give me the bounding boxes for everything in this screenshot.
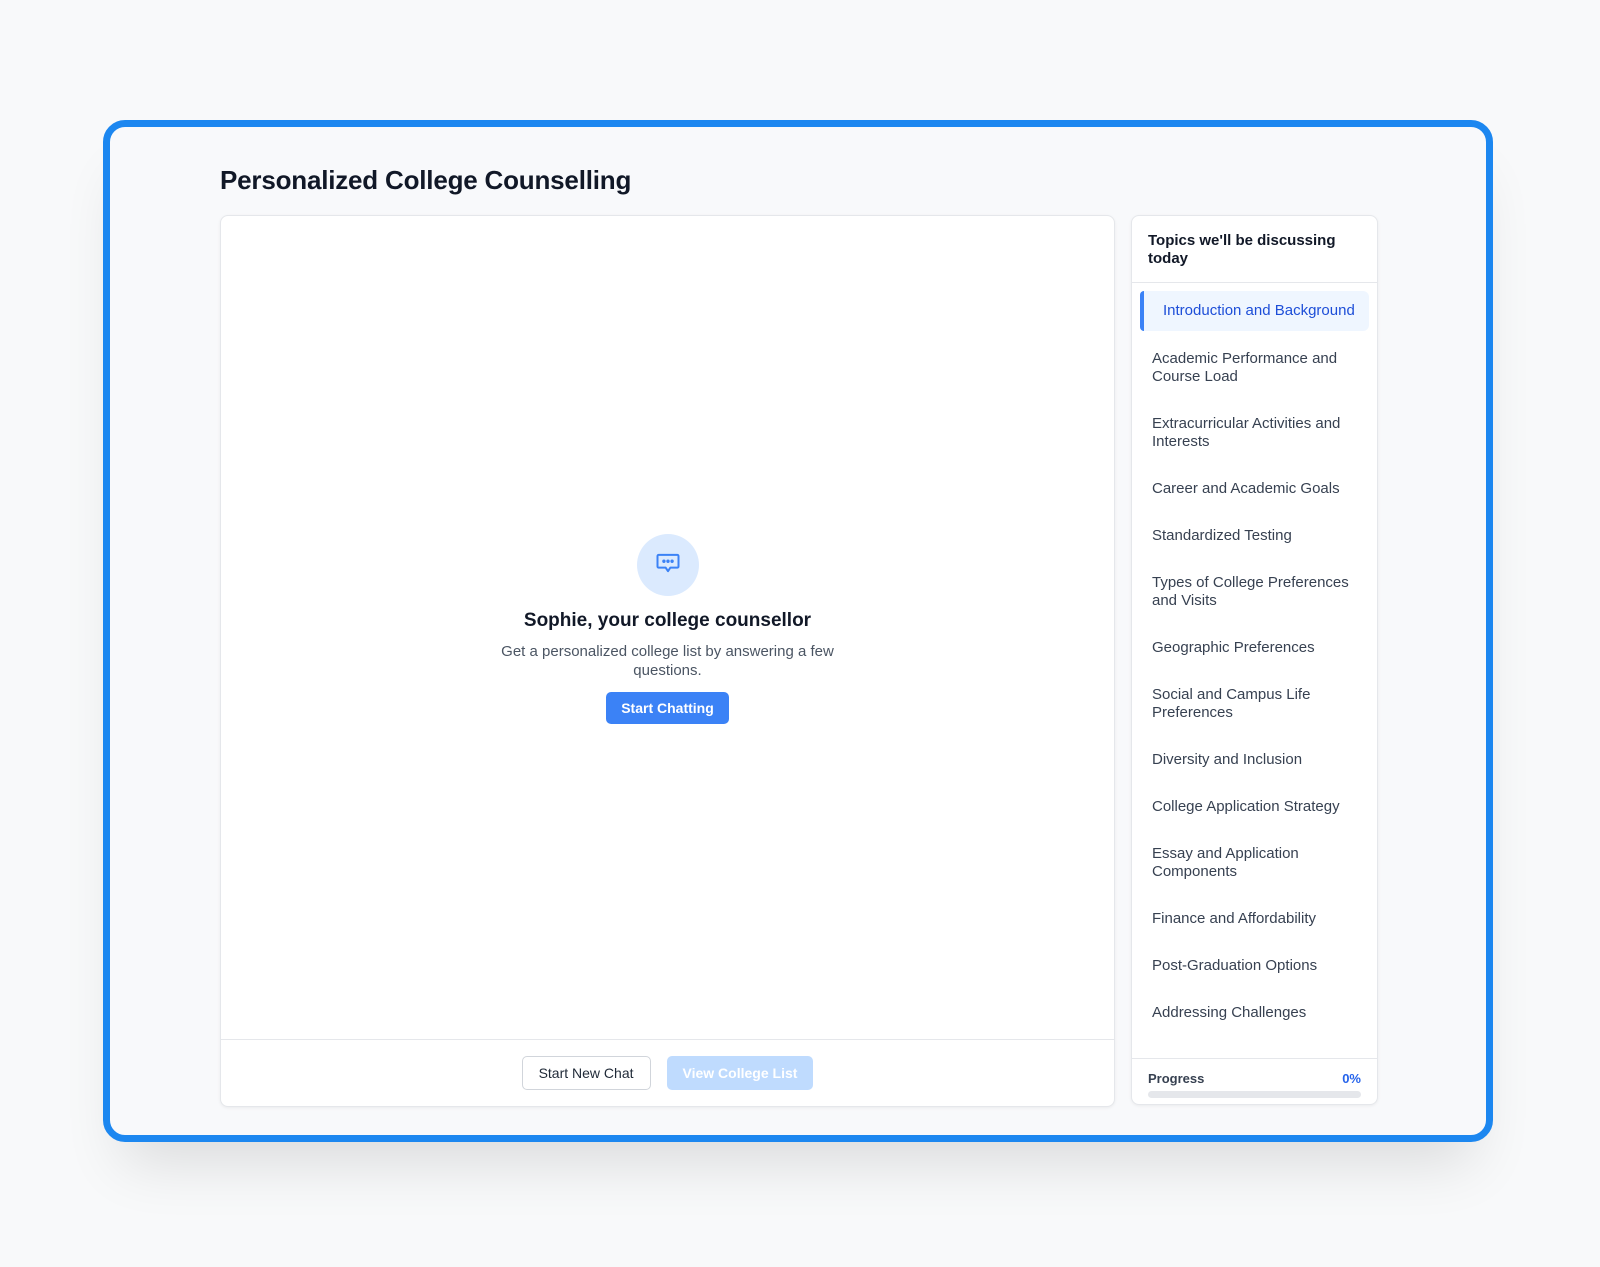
chat-empty-state: Sophie, your college counsellor Get a pe… [221, 534, 1114, 724]
topics-list: Introduction and Background Academic Per… [1132, 283, 1377, 1033]
topic-item-addressing-challenges[interactable]: Addressing Challenges [1140, 993, 1369, 1033]
chat-bubble-icon [654, 549, 682, 582]
start-chatting-button[interactable]: Start Chatting [606, 692, 729, 724]
view-college-list-button[interactable]: View College List [666, 1056, 814, 1090]
topics-panel: Topics we'll be discussing today Introdu… [1131, 215, 1378, 1105]
topic-item-social-and-campus-life[interactable]: Social and Campus Life Preferences [1140, 675, 1369, 733]
chat-footer: Start New Chat View College List [221, 1039, 1114, 1106]
topic-item-diversity-and-inclusion[interactable]: Diversity and Inclusion [1140, 740, 1369, 780]
start-new-chat-button[interactable]: Start New Chat [521, 1056, 651, 1090]
topic-item-career-and-academic-goals[interactable]: Career and Academic Goals [1140, 469, 1369, 509]
topic-item-finance-and-affordability[interactable]: Finance and Affordability [1140, 899, 1369, 939]
topic-item-standardized-testing[interactable]: Standardized Testing [1140, 516, 1369, 556]
chat-panel: Sophie, your college counsellor Get a pe… [220, 215, 1115, 1107]
topics-header: Topics we'll be discussing today [1132, 216, 1377, 283]
counsellor-name: Sophie, your college counsellor [523, 610, 812, 631]
topic-item-essay-and-application-components[interactable]: Essay and Application Components [1140, 834, 1369, 892]
page-title: Personalized College Counselling [220, 165, 632, 195]
counsellor-description: Get a personalized college list by answe… [501, 643, 834, 679]
topic-item-geographic-preferences[interactable]: Geographic Preferences [1140, 628, 1369, 668]
progress-bar [1148, 1091, 1361, 1098]
progress-row: Progress 0% [1148, 1071, 1361, 1086]
chat-icon-badge [636, 534, 699, 596]
topic-item-post-graduation-options[interactable]: Post-Graduation Options [1140, 946, 1369, 986]
progress-value: 0% [1342, 1071, 1361, 1086]
topic-item-extracurricular-activities[interactable]: Extracurricular Activities and Interests [1140, 404, 1369, 462]
topic-item-introduction-and-background[interactable]: Introduction and Background [1140, 291, 1369, 331]
topic-item-college-application-strategy[interactable]: College Application Strategy [1140, 787, 1369, 827]
progress-section: Progress 0% [1132, 1058, 1377, 1104]
topic-item-college-preferences-and-visits[interactable]: Types of College Preferences and Visits [1140, 563, 1369, 621]
topic-item-academic-performance[interactable]: Academic Performance and Course Load [1140, 339, 1369, 397]
progress-label: Progress [1148, 1071, 1205, 1086]
